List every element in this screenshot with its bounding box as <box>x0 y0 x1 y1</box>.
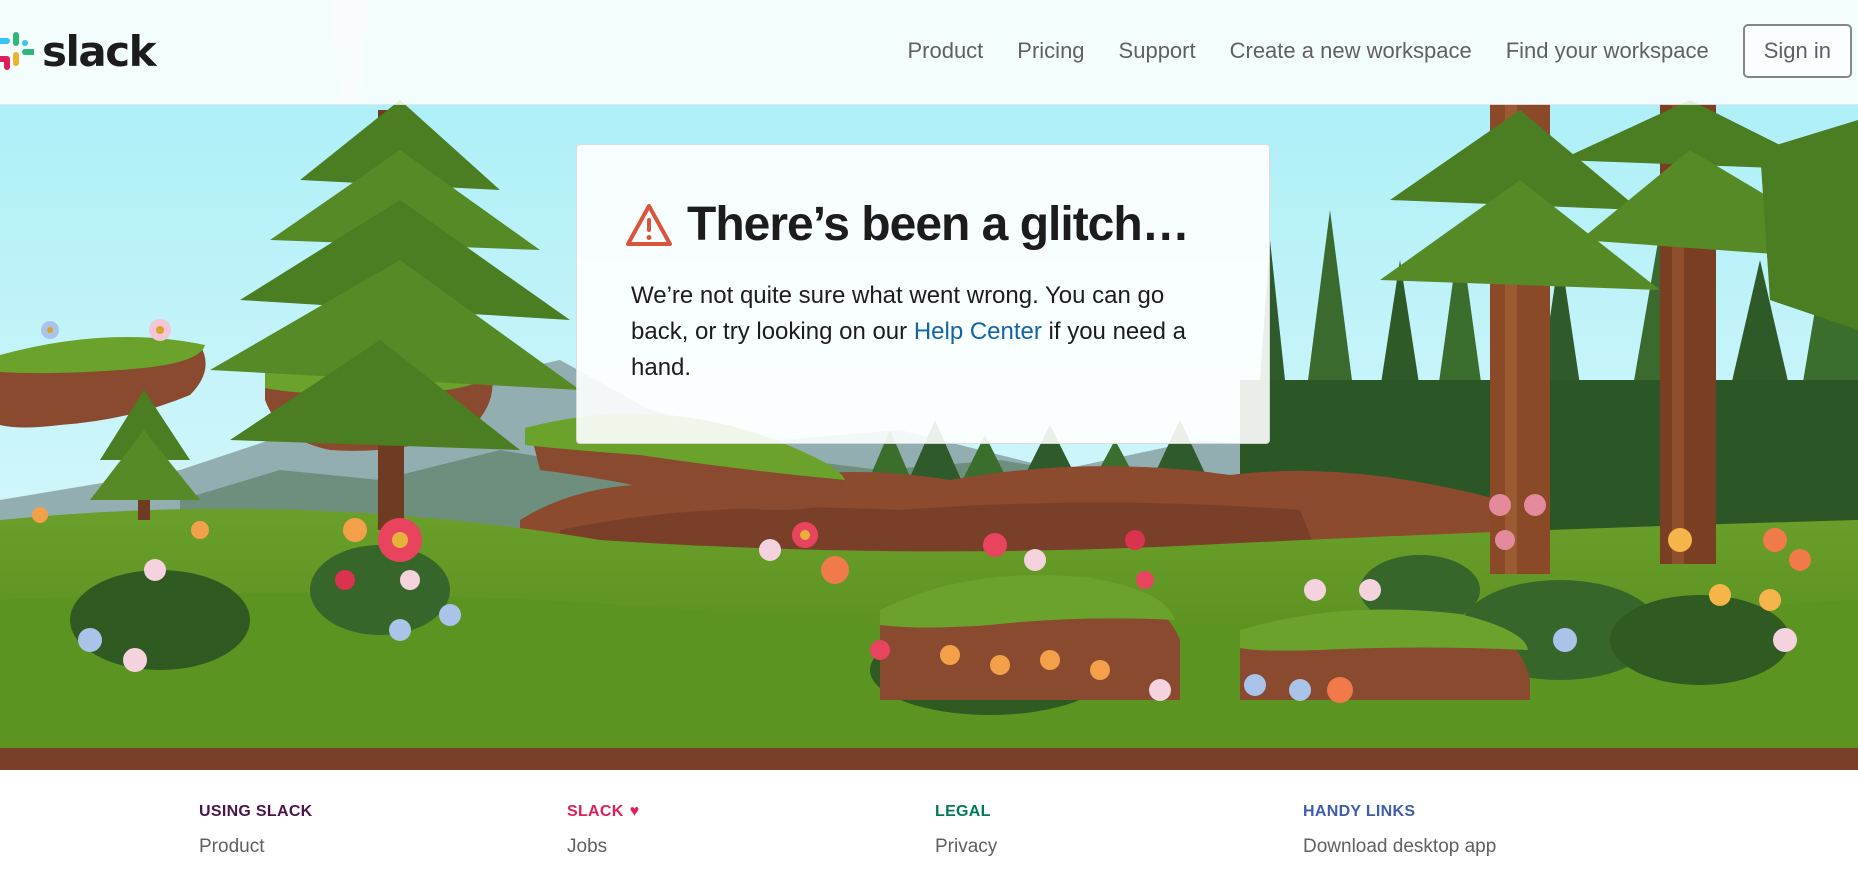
error-title: There’s been a glitch… <box>687 198 1190 251</box>
footer-heading-handy-links: HANDY LINKS <box>1303 803 1416 820</box>
nav-pricing-link[interactable]: Pricing <box>1017 24 1084 78</box>
error-title-row: There’s been a glitch… <box>625 197 1221 252</box>
footer-column-legal: LEGAL Privacy <box>935 800 997 858</box>
heart-icon: ♥ <box>629 803 640 820</box>
footer-heading-using-slack: USING SLACK <box>199 803 313 820</box>
nav-product-link[interactable]: Product <box>907 24 983 78</box>
footer-heading-slack: SLACK ♥ <box>567 800 639 824</box>
error-card: There’s been a glitch… We’re not quite s… <box>576 144 1270 444</box>
footer-column-handy-links: HANDY LINKS Download desktop app <box>1303 800 1496 858</box>
slack-logo-icon <box>0 32 34 70</box>
slack-logo[interactable]: slack <box>0 27 157 76</box>
sign-in-button[interactable]: Sign in <box>1742 24 1852 78</box>
footer-column-slack: SLACK ♥ Jobs <box>567 800 639 858</box>
logo-wordmark: slack <box>42 27 157 76</box>
footer-heading-legal: LEGAL <box>935 803 991 820</box>
nav-find-workspace-link[interactable]: Find your workspace <box>1506 24 1709 78</box>
main-nav: Product Pricing Support Create a new wor… <box>907 24 1852 78</box>
help-center-link[interactable]: Help Center <box>914 318 1042 345</box>
footer-link-jobs[interactable]: Jobs <box>567 836 639 858</box>
footer-heading-slack-text: SLACK <box>567 803 624 820</box>
error-message: We’re not quite sure what went wrong. Yo… <box>631 278 1191 386</box>
top-nav-bar: slack Product Pricing Support Create a n… <box>0 0 1858 105</box>
warning-triangle-icon <box>626 203 672 246</box>
footer-link-product[interactable]: Product <box>199 836 313 858</box>
footer-column-using-slack: USING SLACK Product <box>199 800 313 858</box>
footer: USING SLACK Product SLACK ♥ Jobs LEGAL P… <box>0 770 1858 870</box>
nav-support-link[interactable]: Support <box>1119 24 1196 78</box>
footer-link-privacy[interactable]: Privacy <box>935 836 997 858</box>
footer-link-download-desktop-app[interactable]: Download desktop app <box>1303 836 1496 858</box>
nav-create-workspace-link[interactable]: Create a new workspace <box>1230 24 1472 78</box>
